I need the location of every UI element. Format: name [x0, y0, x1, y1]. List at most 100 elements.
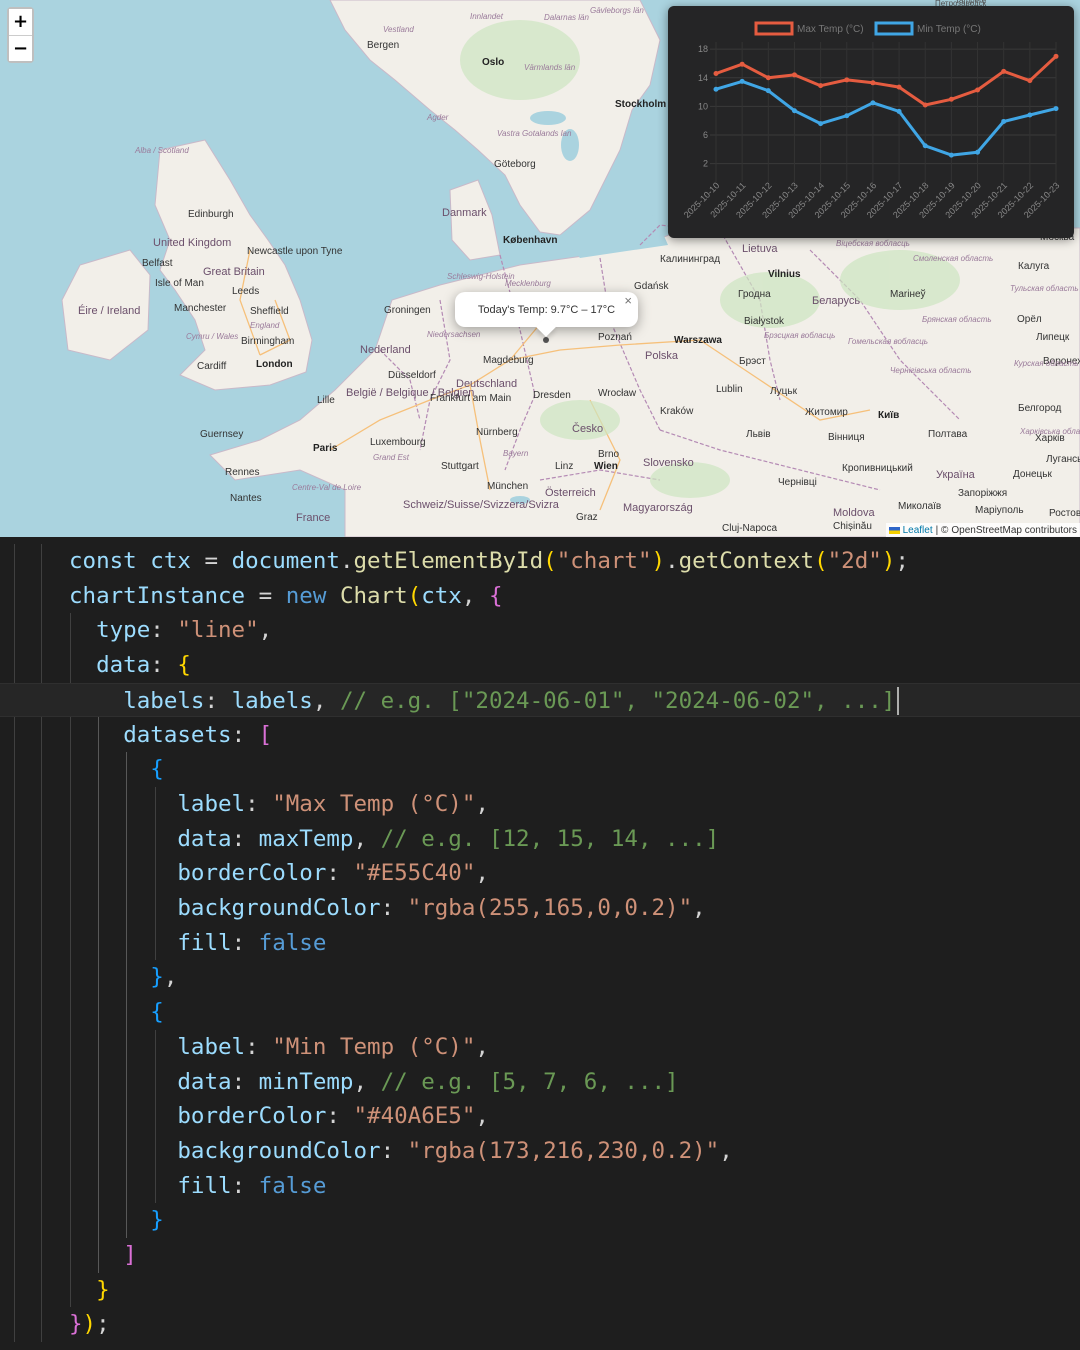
map-label: Isle of Man	[155, 278, 204, 289]
map-label: Миколаїв	[898, 501, 942, 512]
code-token: minTemp	[258, 1068, 354, 1095]
map-label: Полтава	[928, 429, 968, 440]
code-line[interactable]: }	[0, 1203, 1080, 1238]
code-token: data	[177, 1068, 232, 1095]
zoom-out-button[interactable]: −	[9, 35, 32, 61]
data-point	[765, 75, 771, 81]
data-point	[818, 83, 824, 89]
code-line[interactable]: },	[0, 960, 1080, 995]
code-token: Chart	[339, 582, 408, 609]
code-line[interactable]: }	[0, 1273, 1080, 1308]
leaflet-link[interactable]: Leaflet	[903, 525, 933, 536]
map-label: Nederland	[360, 344, 411, 356]
code-line[interactable]: data: maxTemp, // e.g. [12, 15, 14, ...]	[0, 822, 1080, 857]
code-line[interactable]: type: "line",	[0, 613, 1080, 648]
map-label: Great Britain	[203, 266, 265, 278]
code-token: new	[285, 582, 340, 609]
map-label: Gdańsk	[634, 281, 669, 292]
map-label: Birmingham	[241, 336, 295, 347]
code-editor[interactable]: const ctx = document.getElementById("cha…	[0, 537, 1080, 1350]
code-token: :	[231, 1068, 259, 1095]
map-label: Чернігівська область	[890, 366, 972, 375]
code-line[interactable]: labels: labels, // e.g. ["2024-06-01", "…	[0, 682, 1080, 718]
code-line[interactable]: data: {	[0, 648, 1080, 683]
data-point	[1027, 112, 1033, 118]
map-label: Кропивницький	[842, 463, 913, 474]
code-line[interactable]: backgroundColor: "rgba(173,216,230,0.2)"…	[0, 1134, 1080, 1169]
code-token: ,	[461, 582, 489, 609]
map-label: Орёл	[1017, 314, 1042, 325]
code-token: "rgba(173,216,230,0.2)"	[407, 1137, 720, 1164]
map-label: Калининград	[660, 254, 721, 265]
data-point	[922, 143, 928, 149]
code-token: getContext	[678, 548, 815, 574]
code-line[interactable]: chartInstance = new Chart(ctx, {	[0, 579, 1080, 614]
map-label: Grand Est	[373, 453, 410, 462]
code-token: "Min Temp (°C)"	[272, 1033, 476, 1060]
code-line[interactable]: label: "Max Temp (°C)",	[0, 787, 1080, 822]
code-token: }	[96, 1276, 110, 1303]
code-token: :	[326, 860, 354, 887]
osm-link[interactable]: OpenStreetMap contributors	[951, 525, 1077, 536]
map-label: Luxembourg	[370, 437, 426, 448]
code-token: ,	[353, 1068, 381, 1095]
map-label: Запоріжжя	[958, 488, 1008, 499]
code-line[interactable]: borderColor: "#40A6E5",	[0, 1099, 1080, 1134]
code-token: :	[231, 721, 259, 748]
code-token: :	[231, 929, 259, 956]
popup-text: Today's Temp: 9.7°C – 17°C	[477, 303, 616, 316]
data-point	[896, 84, 902, 90]
map[interactable]: Tampere Петрозаводск Innlandet Dalarnas län…	[0, 0, 1080, 537]
data-point	[818, 121, 824, 127]
y-tick-label: 10	[698, 101, 708, 111]
code-token: ,	[163, 964, 178, 991]
code-token: data	[96, 652, 151, 679]
y-tick-label: 14	[698, 73, 708, 83]
code-line[interactable]: fill: false	[0, 926, 1080, 961]
map-label: Брэст	[739, 356, 766, 367]
map-label: France	[296, 512, 331, 524]
code-token: // e.g. [5, 7, 6, ...]	[380, 1068, 679, 1095]
map-label: Mariнеў	[890, 289, 926, 300]
map-label: Житомир	[805, 407, 848, 418]
popup-close-button[interactable]: ×	[624, 293, 632, 308]
code-line[interactable]: {	[0, 752, 1080, 787]
code-token: =	[245, 582, 286, 609]
map-label: Cardiff	[197, 361, 227, 372]
code-token: :	[231, 1172, 259, 1199]
code-line[interactable]: ]	[0, 1238, 1080, 1273]
code-token: {	[150, 999, 164, 1026]
code-line[interactable]: });	[0, 1307, 1080, 1342]
code-token: :	[380, 895, 408, 921]
code-token: "chart"	[556, 548, 652, 574]
code-line[interactable]: borderColor: "#E55C40",	[0, 856, 1080, 891]
code-token: )	[82, 1311, 97, 1338]
code-line[interactable]: label: "Min Temp (°C)",	[0, 1030, 1080, 1065]
code-line[interactable]: data: minTemp, // e.g. [5, 7, 6, ...]	[0, 1065, 1080, 1100]
code-line[interactable]: fill: false	[0, 1169, 1080, 1204]
code-line[interactable]: backgroundColor: "rgba(255,165,0,0.2)",	[0, 891, 1080, 926]
code-token: :	[150, 652, 178, 679]
code-line[interactable]: {	[0, 995, 1080, 1030]
ukraine-flag-icon	[888, 526, 900, 534]
zoom-control: + −	[7, 7, 34, 63]
zoom-in-button[interactable]: +	[9, 9, 32, 35]
map-label: Česko	[572, 423, 604, 435]
map-label: Belfast	[142, 258, 173, 269]
data-point	[975, 149, 981, 155]
code-token: ;	[895, 548, 909, 574]
map-label: Linz	[555, 461, 574, 472]
map-label: Gävleborgs län	[590, 6, 644, 15]
code-line[interactable]: datasets: [	[0, 718, 1080, 753]
code-token: ,	[312, 687, 340, 714]
code-line[interactable]: const ctx = document.getElementById("cha…	[0, 544, 1080, 579]
map-label: Österreich	[545, 487, 596, 499]
